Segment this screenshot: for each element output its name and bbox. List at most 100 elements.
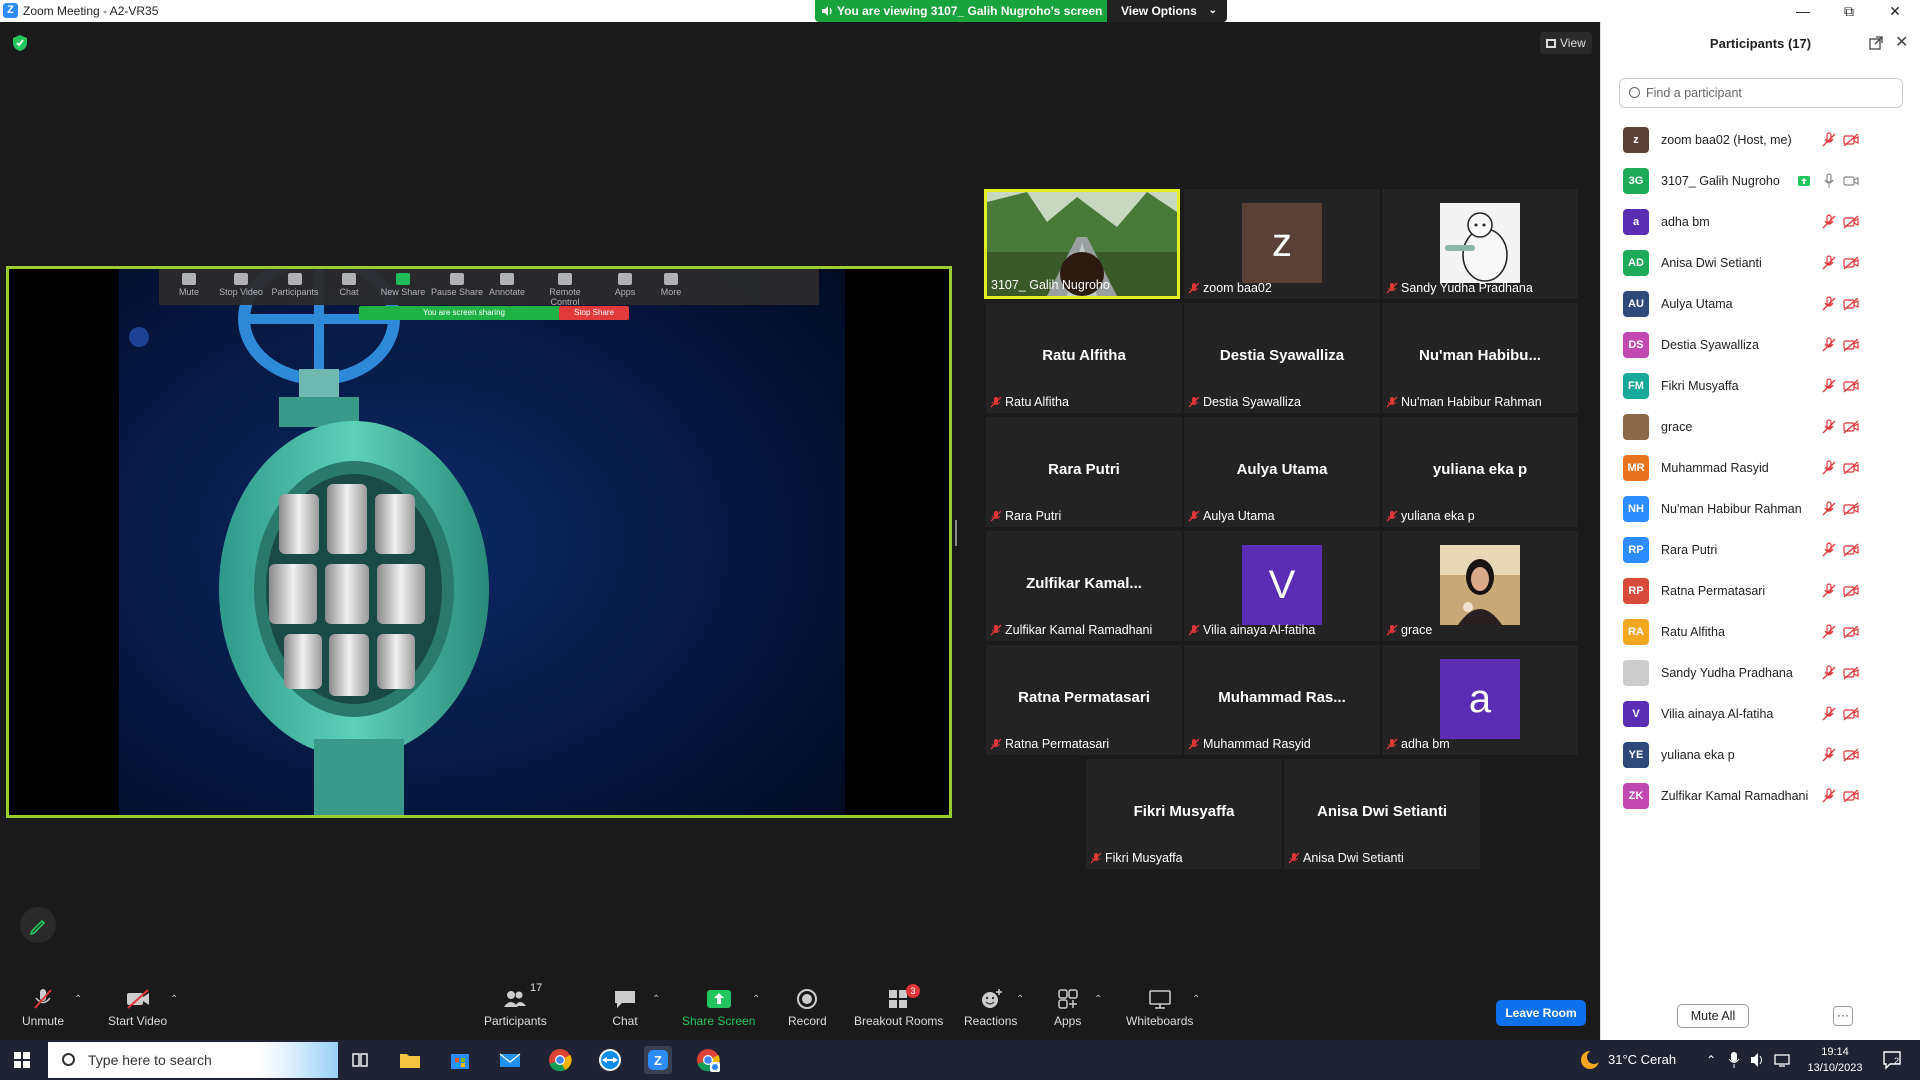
participant-row[interactable]: AU Aulya Utama xyxy=(1601,284,1920,325)
muted-mic-icon[interactable] xyxy=(1821,542,1837,558)
weather-text[interactable]: 31°C Cerah xyxy=(1608,1040,1676,1080)
annotate-button[interactable] xyxy=(20,907,56,943)
restore-button[interactable]: ⧉ xyxy=(1826,0,1872,22)
participant-tile[interactable]: Nu'man Habibu... Nu'man Habibur Rahman xyxy=(1382,303,1578,413)
video-off-icon[interactable] xyxy=(1843,501,1859,517)
participants-button[interactable]: Participants 17 xyxy=(484,982,547,1028)
muted-mic-icon[interactable] xyxy=(1821,706,1837,722)
participant-search-input[interactable]: Find a participant xyxy=(1619,78,1903,108)
reactions-button[interactable]: Reactions xyxy=(964,988,1017,1028)
participant-tile[interactable]: a adha bm xyxy=(1382,645,1578,755)
video-off-icon[interactable] xyxy=(1843,419,1859,435)
muted-mic-icon[interactable] xyxy=(1821,788,1837,804)
video-options-caret[interactable]: ⌃ xyxy=(170,994,178,1005)
encryption-shield-icon[interactable] xyxy=(12,34,28,52)
participant-tile[interactable]: z zoom baa02 xyxy=(1184,189,1380,299)
participant-row[interactable]: RP Rara Putri xyxy=(1601,530,1920,571)
view-layout-button[interactable]: View xyxy=(1540,32,1592,54)
mic-icon[interactable] xyxy=(1821,173,1837,189)
participant-row[interactable]: MR Muhammad Rasyid xyxy=(1601,448,1920,489)
muted-mic-icon[interactable] xyxy=(1821,214,1837,230)
zoom-taskbar-icon[interactable]: Z xyxy=(644,1046,672,1074)
chrome-profile-icon[interactable] xyxy=(694,1046,722,1074)
pop-out-icon[interactable] xyxy=(1869,36,1883,50)
participant-row[interactable]: RA Ratu Alfitha xyxy=(1601,612,1920,653)
participant-row[interactable]: 3G 3107_ Galih Nugroho xyxy=(1601,161,1920,202)
task-view-icon[interactable] xyxy=(346,1046,374,1074)
participant-tile[interactable]: Zulfikar Kamal... Zulfikar Kamal Ramadha… xyxy=(986,531,1182,641)
mute-all-button[interactable]: Mute All xyxy=(1677,1004,1749,1028)
whiteboards-button[interactable]: Whiteboards xyxy=(1126,988,1193,1028)
show-hidden-icons[interactable]: ⌃ xyxy=(1706,1040,1716,1080)
video-off-icon[interactable] xyxy=(1843,460,1859,476)
reactions-options-caret[interactable]: ⌃ xyxy=(1016,994,1024,1005)
splitter-handle[interactable] xyxy=(955,520,957,546)
participant-tile[interactable]: Ratna Permatasari Ratna Permatasari xyxy=(986,645,1182,755)
apps-button[interactable]: Apps xyxy=(1054,988,1081,1028)
minimize-button[interactable]: — xyxy=(1780,0,1826,22)
microsoft-store-icon[interactable] xyxy=(446,1046,474,1074)
participant-row[interactable]: ZK Zulfikar Kamal Ramadhani xyxy=(1601,776,1920,817)
notifications-icon[interactable]: 2 xyxy=(1882,1050,1902,1070)
more-options-button[interactable]: ··· xyxy=(1833,1006,1853,1026)
participant-row[interactable]: grace xyxy=(1601,407,1920,448)
participant-tile[interactable]: Ratu Alfitha Ratu Alfitha xyxy=(986,303,1182,413)
teamviewer-icon[interactable] xyxy=(596,1046,624,1074)
participant-tile[interactable]: Destia Syawalliza Destia Syawalliza xyxy=(1184,303,1380,413)
record-button[interactable]: Record xyxy=(788,988,827,1028)
volume-icon[interactable] xyxy=(1750,1052,1766,1068)
participant-row[interactable]: Sandy Yudha Pradhana xyxy=(1601,653,1920,694)
muted-mic-icon[interactable] xyxy=(1821,501,1837,517)
video-off-icon[interactable] xyxy=(1843,378,1859,394)
video-off-icon[interactable] xyxy=(1843,706,1859,722)
windows-start-icon[interactable] xyxy=(14,1052,30,1068)
chat-button[interactable]: Chat xyxy=(612,988,638,1028)
muted-mic-icon[interactable] xyxy=(1821,419,1837,435)
whiteboards-options-caret[interactable]: ⌃ xyxy=(1192,994,1200,1005)
video-off-icon[interactable] xyxy=(1843,665,1859,681)
participant-row[interactable]: z zoom baa02 (Host, me) xyxy=(1601,120,1920,161)
participant-row[interactable]: RP Ratna Permatasari xyxy=(1601,571,1920,612)
audio-options-caret[interactable]: ⌃ xyxy=(74,994,82,1005)
video-off-icon[interactable] xyxy=(1843,255,1859,271)
share-options-caret[interactable]: ⌃ xyxy=(752,994,760,1005)
participant-row[interactable]: NH Nu'man Habibur Rahman xyxy=(1601,489,1920,530)
video-off-icon[interactable] xyxy=(1843,296,1859,312)
apps-options-caret[interactable]: ⌃ xyxy=(1094,994,1102,1005)
muted-mic-icon[interactable] xyxy=(1821,132,1837,148)
start-video-button[interactable]: Start Video xyxy=(108,988,167,1028)
participant-tile[interactable]: 3107_ Galih Nugroho xyxy=(984,189,1180,299)
video-off-icon[interactable] xyxy=(1843,788,1859,804)
muted-mic-icon[interactable] xyxy=(1821,665,1837,681)
file-explorer-icon[interactable] xyxy=(396,1046,424,1074)
participant-tile[interactable]: Rara Putri Rara Putri xyxy=(986,417,1182,527)
share-screen-button[interactable]: Share Screen xyxy=(682,988,755,1028)
breakout-rooms-button[interactable]: Breakout Rooms 3 xyxy=(854,984,943,1028)
video-off-icon[interactable] xyxy=(1843,747,1859,763)
muted-mic-icon[interactable] xyxy=(1821,378,1837,394)
chat-options-caret[interactable]: ⌃ xyxy=(652,994,660,1005)
participant-row[interactable]: FM Fikri Musyaffa xyxy=(1601,366,1920,407)
shared-screen[interactable]: Mute Stop Video Participants Chat New Sh… xyxy=(6,266,952,818)
participant-tile[interactable]: Aulya Utama Aulya Utama xyxy=(1184,417,1380,527)
participant-tile[interactable]: Fikri Musyaffa Fikri Musyaffa xyxy=(1086,759,1282,869)
participant-row[interactable]: AD Anisa Dwi Setianti xyxy=(1601,243,1920,284)
muted-mic-icon[interactable] xyxy=(1821,747,1837,763)
video-off-icon[interactable] xyxy=(1843,542,1859,558)
participant-row[interactable]: V Vilia ainaya Al-fatiha xyxy=(1601,694,1920,735)
muted-mic-icon[interactable] xyxy=(1821,255,1837,271)
participant-row[interactable]: DS Destia Syawalliza xyxy=(1601,325,1920,366)
close-panel-icon[interactable]: ✕ xyxy=(1895,32,1908,52)
participant-tile[interactable]: Sandy Yudha Pradhana xyxy=(1382,189,1578,299)
taskbar-search-input[interactable]: Type here to search xyxy=(48,1042,338,1078)
video-off-icon[interactable] xyxy=(1843,583,1859,599)
participant-tile[interactable]: Anisa Dwi Setianti Anisa Dwi Setianti xyxy=(1284,759,1480,869)
mail-icon[interactable] xyxy=(496,1046,524,1074)
video-off-icon[interactable] xyxy=(1843,214,1859,230)
muted-mic-icon[interactable] xyxy=(1821,296,1837,312)
muted-mic-icon[interactable] xyxy=(1821,460,1837,476)
muted-mic-icon[interactable] xyxy=(1821,624,1837,640)
video-off-icon[interactable] xyxy=(1843,132,1859,148)
participant-row[interactable]: YE yuliana eka p xyxy=(1601,735,1920,776)
chrome-icon[interactable] xyxy=(546,1046,574,1074)
